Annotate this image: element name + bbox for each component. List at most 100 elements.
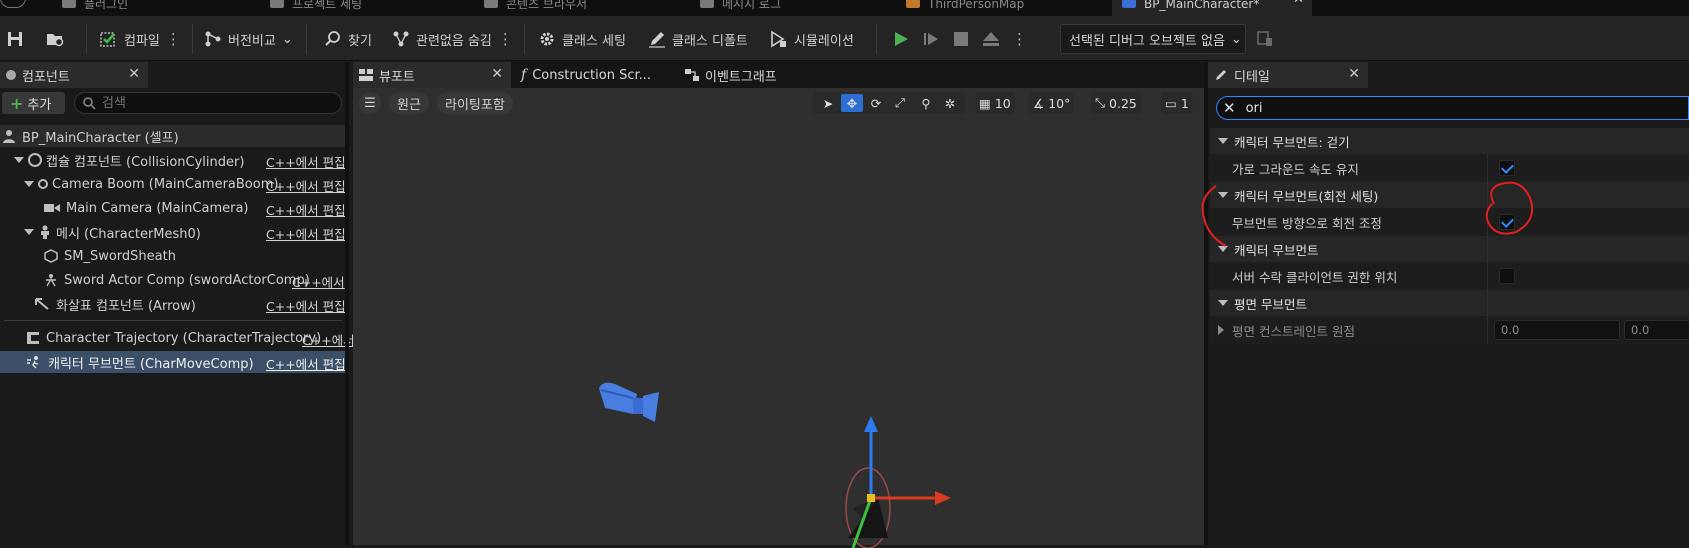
component-row-main-camera[interactable]: Main Camera (MainCamera) xyxy=(0,197,249,219)
plus-icon: + xyxy=(10,93,24,113)
close-icon[interactable]: ✕ xyxy=(1293,0,1304,6)
plane-origin-y-field[interactable]: 0.0 xyxy=(1624,320,1689,340)
expand-arrow-icon[interactable] xyxy=(24,181,34,187)
simulation-button[interactable]: 시뮬레이션 xyxy=(770,24,854,54)
unreal-logo[interactable] xyxy=(0,0,30,16)
gear-icon xyxy=(540,32,554,46)
play-options-menu[interactable]: ⋮ xyxy=(1012,30,1027,48)
edit-in-cpp-link[interactable]: C++에서 xyxy=(292,272,345,291)
server-accept-client-position-checkbox[interactable] xyxy=(1499,268,1515,284)
scale-icon[interactable]: ⤢ xyxy=(889,94,911,112)
hide-unrelated-button[interactable]: 관련없음 숨김 ⋮ xyxy=(392,24,513,54)
camera-speed-button[interactable]: ▭ 1 xyxy=(1161,92,1193,114)
tab-construction-script[interactable]: f Construction Scr... xyxy=(515,62,675,88)
angle-icon: ∡ xyxy=(1033,95,1045,111)
step-icon[interactable] xyxy=(922,30,940,48)
tab-viewport[interactable]: 뷰포트 ✕ xyxy=(353,62,511,88)
grid-snap-toggle[interactable]: ▦ 10 xyxy=(975,92,1015,114)
expand-arrow-icon[interactable] xyxy=(24,229,34,235)
eject-icon[interactable] xyxy=(982,30,1000,48)
component-search-input[interactable] xyxy=(102,95,322,111)
compile-options-menu[interactable]: ⋮ xyxy=(166,30,181,48)
tab-content-browser[interactable]: 콘텐츠 브라우저 xyxy=(484,0,684,16)
camera-icon xyxy=(44,204,60,212)
edit-in-cpp-link[interactable]: C++에서 편집 xyxy=(266,152,346,171)
world-local-icon[interactable]: ⚲ xyxy=(915,96,937,111)
select-icon[interactable]: ➤ xyxy=(817,94,839,112)
browse-button[interactable] xyxy=(46,24,64,54)
tab-thirdpersonmap[interactable]: ThirdPersonMap xyxy=(906,0,1106,16)
skeletal-mesh-icon xyxy=(41,225,49,239)
lit-mode-button[interactable]: 라이팅포함 xyxy=(437,92,513,114)
details-search-input[interactable] xyxy=(1245,100,1626,116)
component-row-capsule[interactable]: 캡슐 컴포넌트 (CollisionCylinder) xyxy=(0,149,244,171)
viewport-canvas[interactable]: ☰ 원근 라이팅포함 ➤ ✥ ⟳ ⤢ ⚲ ✲ ▦ 10 ∡ 10° ⤡ 0.25 ▭ 1 xyxy=(353,88,1204,548)
save-button[interactable] xyxy=(6,24,24,54)
movement-component-icon xyxy=(27,356,39,369)
panel-splitter[interactable] xyxy=(345,62,349,545)
edit-in-cpp-link[interactable]: C++에서 편집 xyxy=(266,224,346,243)
edit-in-cpp-link[interactable]: C++에서 편집 xyxy=(266,296,346,315)
edit-in-cpp-link[interactable]: C++에서 편집 xyxy=(266,200,346,219)
collapse-arrow-icon xyxy=(1218,300,1228,306)
surface-snap-icon[interactable]: ✲ xyxy=(939,96,961,111)
close-icon[interactable]: ✕ xyxy=(1348,66,1360,82)
component-row-character-trajectory[interactable]: Character Trajectory (CharacterTrajector… xyxy=(0,327,321,349)
expand-arrow-icon[interactable] xyxy=(1218,325,1224,335)
panel-splitter[interactable] xyxy=(1204,62,1208,545)
scale-snap-toggle[interactable]: ⤡ 0.25 xyxy=(1091,92,1141,114)
debug-object-dropdown[interactable]: 선택된 디버그 오브젝트 없음 ⌄ xyxy=(1060,24,1246,54)
tab-plugins[interactable]: 플러그인 xyxy=(62,0,242,16)
edit-in-cpp-link[interactable]: C++에서 편집 xyxy=(266,354,346,373)
tab-event-graph[interactable]: 이벤트그래프 xyxy=(679,62,829,88)
tab-message-log[interactable]: 메시지 로그 xyxy=(700,0,890,16)
debug-filter-icon[interactable] xyxy=(1256,30,1274,48)
category-planar-movement[interactable]: 평면 무브먼트 xyxy=(1210,290,1689,316)
stop-icon[interactable] xyxy=(952,30,970,48)
search-icon xyxy=(325,31,340,46)
edit-in-cpp-link[interactable]: C++에서 편집 xyxy=(266,176,346,195)
component-row-arrow[interactable]: 화살표 컴포넌트 (Arrow) xyxy=(0,293,196,315)
search-icon xyxy=(83,96,96,110)
viewport-menu-button[interactable]: ☰ xyxy=(359,92,381,114)
angle-snap-toggle[interactable]: ∡ 10° xyxy=(1029,92,1075,114)
static-mesh-icon xyxy=(44,249,58,263)
expand-arrow-icon[interactable] xyxy=(14,157,24,163)
component-row-camera-boom[interactable]: Camera Boom (MainCameraBoom) xyxy=(0,173,278,195)
component-search[interactable] xyxy=(74,92,342,114)
tab-project-settings[interactable]: 프로젝트 세팅 xyxy=(270,0,470,16)
component-icon xyxy=(6,70,16,80)
maintain-horizontal-ground-velocity-checkbox[interactable] xyxy=(1499,160,1515,176)
component-row-sword-actor[interactable]: Sword Actor Comp (swordActorComp) xyxy=(0,269,310,291)
hide-unrelated-options-menu[interactable]: ⋮ xyxy=(498,30,513,48)
close-icon[interactable]: ✕ xyxy=(491,66,503,82)
details-search[interactable]: ✕ xyxy=(1216,96,1689,120)
compile-button[interactable]: 컴파일 ⋮ xyxy=(100,24,181,54)
perspective-button[interactable]: 원근 xyxy=(389,92,429,114)
details-tab[interactable]: 디테일 ✕ xyxy=(1208,62,1368,88)
tab-bp-maincharacter[interactable]: BP_MainCharacter*✕ xyxy=(1112,0,1312,16)
plugin-icon xyxy=(62,0,76,8)
component-row-sword-sheath[interactable]: SM_SwordSheath xyxy=(0,245,176,267)
clear-search-icon[interactable]: ✕ xyxy=(1223,99,1236,117)
prop-server-accept-client-authoritative-position: 서버 수락 클라이언트 권한 위치 xyxy=(1210,262,1689,290)
arrow-component-icon xyxy=(35,298,49,310)
component-row-mesh[interactable]: 메시 (CharacterMesh0) xyxy=(0,221,201,243)
components-tab[interactable]: 컴포넌트 ✕ xyxy=(0,62,148,88)
play-icon[interactable] xyxy=(892,30,910,48)
rotate-icon[interactable]: ⟳ xyxy=(865,94,887,112)
map-icon xyxy=(906,0,920,8)
translate-icon[interactable]: ✥ xyxy=(841,94,863,112)
class-settings-button[interactable]: 클래스 세팅 xyxy=(538,24,626,54)
plane-origin-x-field[interactable]: 0.0 xyxy=(1494,320,1620,340)
red-annotation xyxy=(1201,181,1534,247)
class-defaults-button[interactable]: 클래스 디폴트 xyxy=(648,24,748,54)
category-walking[interactable]: 캐릭터 무브먼트: 걷기 xyxy=(1210,128,1689,154)
diff-button[interactable]: 버전비교 ⌄ xyxy=(204,24,293,54)
close-icon[interactable]: ✕ xyxy=(128,66,140,82)
transform-tools: ➤ ✥ ⟳ ⤢ xyxy=(813,92,915,114)
component-root-row[interactable]: BP_MainCharacter (셀프) xyxy=(0,125,345,147)
add-component-button[interactable]: + 추가 xyxy=(2,92,65,114)
settings-cube-icon xyxy=(270,0,284,8)
find-button[interactable]: 찾기 xyxy=(324,24,372,54)
